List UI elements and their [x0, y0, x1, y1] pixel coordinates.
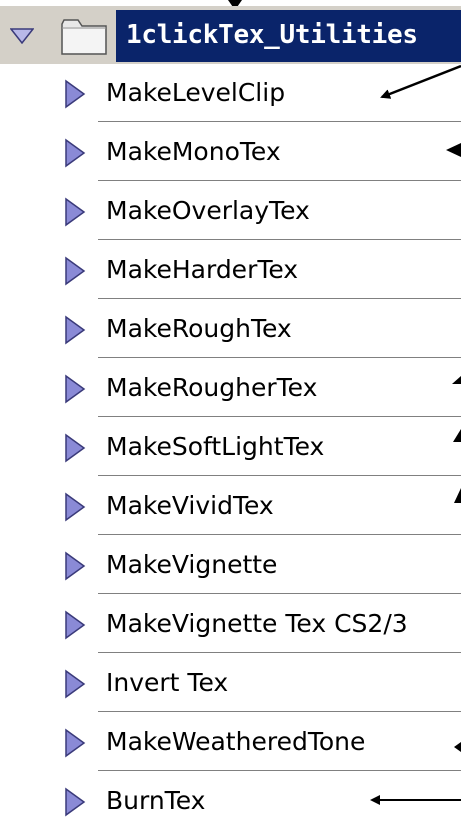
action-row[interactable]: MakeHarderTex: [0, 241, 461, 300]
action-row[interactable]: MakeSoftLightTex: [0, 418, 461, 477]
action-row[interactable]: BurnTex: [0, 772, 461, 831]
action-label: MakeVignette: [106, 550, 278, 579]
action-label: MakeRoughTex: [106, 314, 292, 343]
action-label: MakeVividTex: [106, 491, 274, 520]
action-row[interactable]: MakeWeatheredTone: [0, 713, 461, 772]
actions-panel: 1clickTex_Utilities MakeLevelClip MakeMo…: [0, 0, 461, 838]
play-triangle-icon[interactable]: [64, 138, 86, 168]
action-label: MakeMonoTex: [106, 137, 281, 166]
action-label: MakeWeatheredTone: [106, 727, 366, 756]
action-label: MakeLevelClip: [106, 78, 286, 107]
action-row[interactable]: MakeRougherTex: [0, 359, 461, 418]
action-label: Invert Tex: [106, 668, 229, 697]
action-set-row[interactable]: 1clickTex_Utilities: [0, 6, 461, 64]
play-triangle-icon[interactable]: [64, 728, 86, 758]
action-set-title-highlight[interactable]: 1clickTex_Utilities: [116, 10, 461, 62]
triangle-down-icon[interactable]: [10, 28, 34, 44]
play-triangle-icon[interactable]: [64, 197, 86, 227]
action-row[interactable]: MakeLevelClip: [0, 64, 461, 123]
play-triangle-icon[interactable]: [64, 433, 86, 463]
action-label: MakeSoftLightTex: [106, 432, 325, 461]
action-row[interactable]: MakeVignette Tex CS2/3: [0, 595, 461, 654]
action-row[interactable]: MakeRoughTex: [0, 300, 461, 359]
play-triangle-icon[interactable]: [64, 79, 86, 109]
play-triangle-icon[interactable]: [64, 492, 86, 522]
action-row[interactable]: MakeVignette: [0, 536, 461, 595]
action-set-title: 1clickTex_Utilities: [126, 20, 418, 50]
play-triangle-icon[interactable]: [64, 787, 86, 817]
action-list: MakeLevelClip MakeMonoTex MakeOverlayTex…: [0, 64, 461, 831]
play-triangle-icon[interactable]: [64, 256, 86, 286]
play-triangle-icon[interactable]: [64, 551, 86, 581]
action-row[interactable]: MakeMonoTex: [0, 123, 461, 182]
action-label: MakeVignette Tex CS2/3: [106, 609, 408, 638]
action-label: MakeRougherTex: [106, 373, 318, 402]
play-triangle-icon[interactable]: [64, 669, 86, 699]
play-triangle-icon[interactable]: [64, 374, 86, 404]
folder-icon: [61, 19, 107, 55]
play-triangle-icon[interactable]: [64, 315, 86, 345]
action-row[interactable]: Invert Tex: [0, 654, 461, 713]
action-row[interactable]: MakeOverlayTex: [0, 182, 461, 241]
action-label: MakeOverlayTex: [106, 196, 310, 225]
action-label: MakeHarderTex: [106, 255, 299, 284]
play-triangle-icon[interactable]: [64, 610, 86, 640]
action-row[interactable]: MakeVividTex: [0, 477, 461, 536]
action-label: BurnTex: [106, 786, 206, 815]
